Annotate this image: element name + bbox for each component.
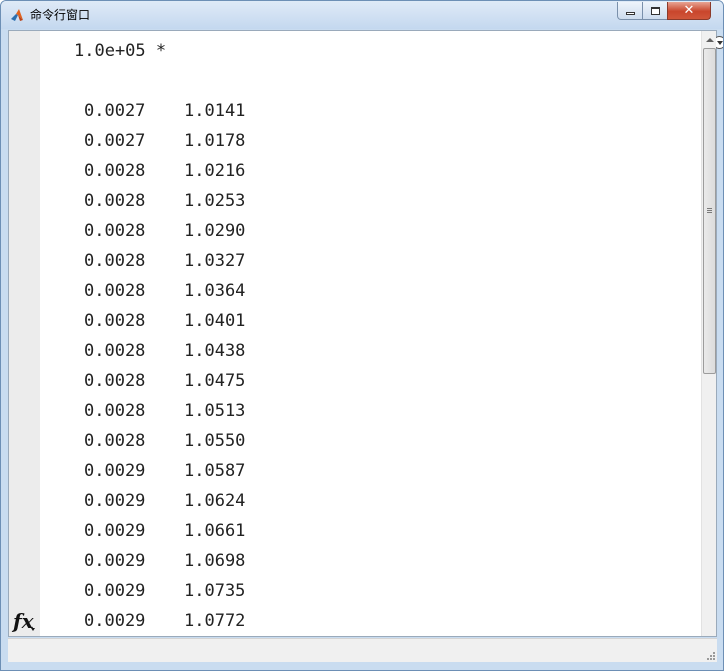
output-value-col1: 0.0028 — [84, 251, 146, 271]
output-row: 0.0028 1.0401 — [84, 311, 324, 331]
output-row: 0.0028 1.0438 — [84, 341, 324, 361]
scrollbar-thumb[interactable] — [703, 48, 716, 374]
output-value-col2: 1.0364 — [184, 281, 246, 301]
output-value-col2: 1.0141 — [184, 101, 246, 121]
output-value-col2: 1.0513 — [184, 401, 246, 421]
output-value-col2: 1.0550 — [184, 431, 246, 451]
vertical-scrollbar[interactable] — [701, 31, 716, 636]
output-value-col2: 1.0661 — [184, 521, 246, 541]
close-icon: ✕ — [683, 3, 695, 18]
output-row: 0.0029 1.0735 — [84, 581, 324, 601]
title-bar[interactable]: 命令行窗口 ✕ — [1, 1, 723, 29]
minimize-button[interactable] — [617, 2, 643, 20]
output-row: 0.0028 1.0550 — [84, 431, 324, 451]
command-window: 命令行窗口 ✕ 1.0e+05 * 0.0027 1.0141 0.0027 1.01… — [0, 0, 724, 671]
output-row: 0.0029 1.0772 — [84, 611, 324, 631]
output-value-col2: 1.0587 — [184, 461, 246, 481]
output-value-col1: 0.0028 — [84, 341, 146, 361]
output-value-col1: 0.0028 — [84, 281, 146, 301]
output-value-col1: 0.0028 — [84, 401, 146, 421]
output-value-col2: 1.0698 — [184, 551, 246, 571]
maximize-icon — [650, 6, 660, 15]
output-row: 0.0028 1.0253 — [84, 191, 324, 211]
output-value-col2: 1.0772 — [184, 611, 246, 631]
output-row: 0.0028 1.0475 — [84, 371, 324, 391]
output-row: 0.0029 1.0698 — [84, 551, 324, 571]
output-value-col2: 1.0475 — [184, 371, 246, 391]
output-value-col2: 1.0327 — [184, 251, 246, 271]
grip-line — [707, 212, 712, 213]
window-title: 命令行窗口 — [30, 8, 91, 22]
output-row: 0.0029 1.0661 — [84, 521, 324, 541]
output-row: 0.0027 1.0178 — [84, 131, 324, 151]
resize-grip-icon[interactable] — [705, 650, 715, 660]
output-value-col2: 1.0401 — [184, 311, 246, 331]
output-value-col2: 1.0624 — [184, 491, 246, 511]
command-window-client: 1.0e+05 * 0.0027 1.0141 0.0027 1.0178 0.0028… — [8, 30, 723, 637]
maximize-button[interactable] — [642, 2, 668, 20]
output-value-col1: 0.0028 — [84, 311, 146, 331]
output-value-col1: 0.0028 — [84, 431, 146, 451]
scroll-up-arrow-icon[interactable] — [702, 31, 717, 48]
output-value-col1: 0.0029 — [84, 551, 146, 571]
output-row: 0.0028 1.0513 — [84, 401, 324, 421]
command-output[interactable]: 1.0e+05 * 0.0027 1.0141 0.0027 1.0178 0.0028… — [40, 31, 723, 636]
output-value-col1: 0.0029 — [84, 581, 146, 601]
output-value-col2: 1.0253 — [184, 191, 246, 211]
grip-line — [707, 210, 712, 211]
grip-line — [707, 208, 712, 209]
output-value-col1: 0.0029 — [84, 611, 146, 631]
output-value-col2: 1.0735 — [184, 581, 246, 601]
close-button[interactable]: ✕ — [667, 2, 711, 20]
status-bar — [8, 638, 717, 662]
output-value-col2: 1.0178 — [184, 131, 246, 151]
output-row: 0.0028 1.0364 — [84, 281, 324, 301]
output-value-col1: 0.0028 — [84, 371, 146, 391]
scale-factor: 1.0e+05 * — [74, 41, 167, 61]
output-value-col1: 0.0029 — [84, 491, 146, 511]
output-row: 0.0029 1.0587 — [84, 461, 324, 481]
output-value-col1: 0.0028 — [84, 191, 146, 211]
output-row: 0.0027 1.0141 — [84, 101, 324, 121]
matlab-logo-icon — [11, 9, 23, 21]
output-row: 0.0028 1.0327 — [84, 251, 324, 271]
output-value-col2: 1.0290 — [184, 221, 246, 241]
prompt-gutter — [9, 31, 40, 636]
output-value-col1: 0.0028 — [84, 221, 146, 241]
output-value-col1: 0.0027 — [84, 101, 146, 121]
output-row: 0.0029 1.0624 — [84, 491, 324, 511]
output-value-col1: 0.0027 — [84, 131, 146, 151]
output-row: 0.0028 1.0216 — [84, 161, 324, 181]
output-value-col2: 1.0438 — [184, 341, 246, 361]
output-value-col1: 0.0028 — [84, 161, 146, 181]
output-value-col1: 0.0029 — [84, 461, 146, 481]
output-row: 0.0028 1.0290 — [84, 221, 324, 241]
output-value-col1: 0.0029 — [84, 521, 146, 541]
output-value-col2: 1.0216 — [184, 161, 246, 181]
minimize-icon — [625, 11, 635, 15]
function-browser-caret-icon — [31, 628, 35, 631]
